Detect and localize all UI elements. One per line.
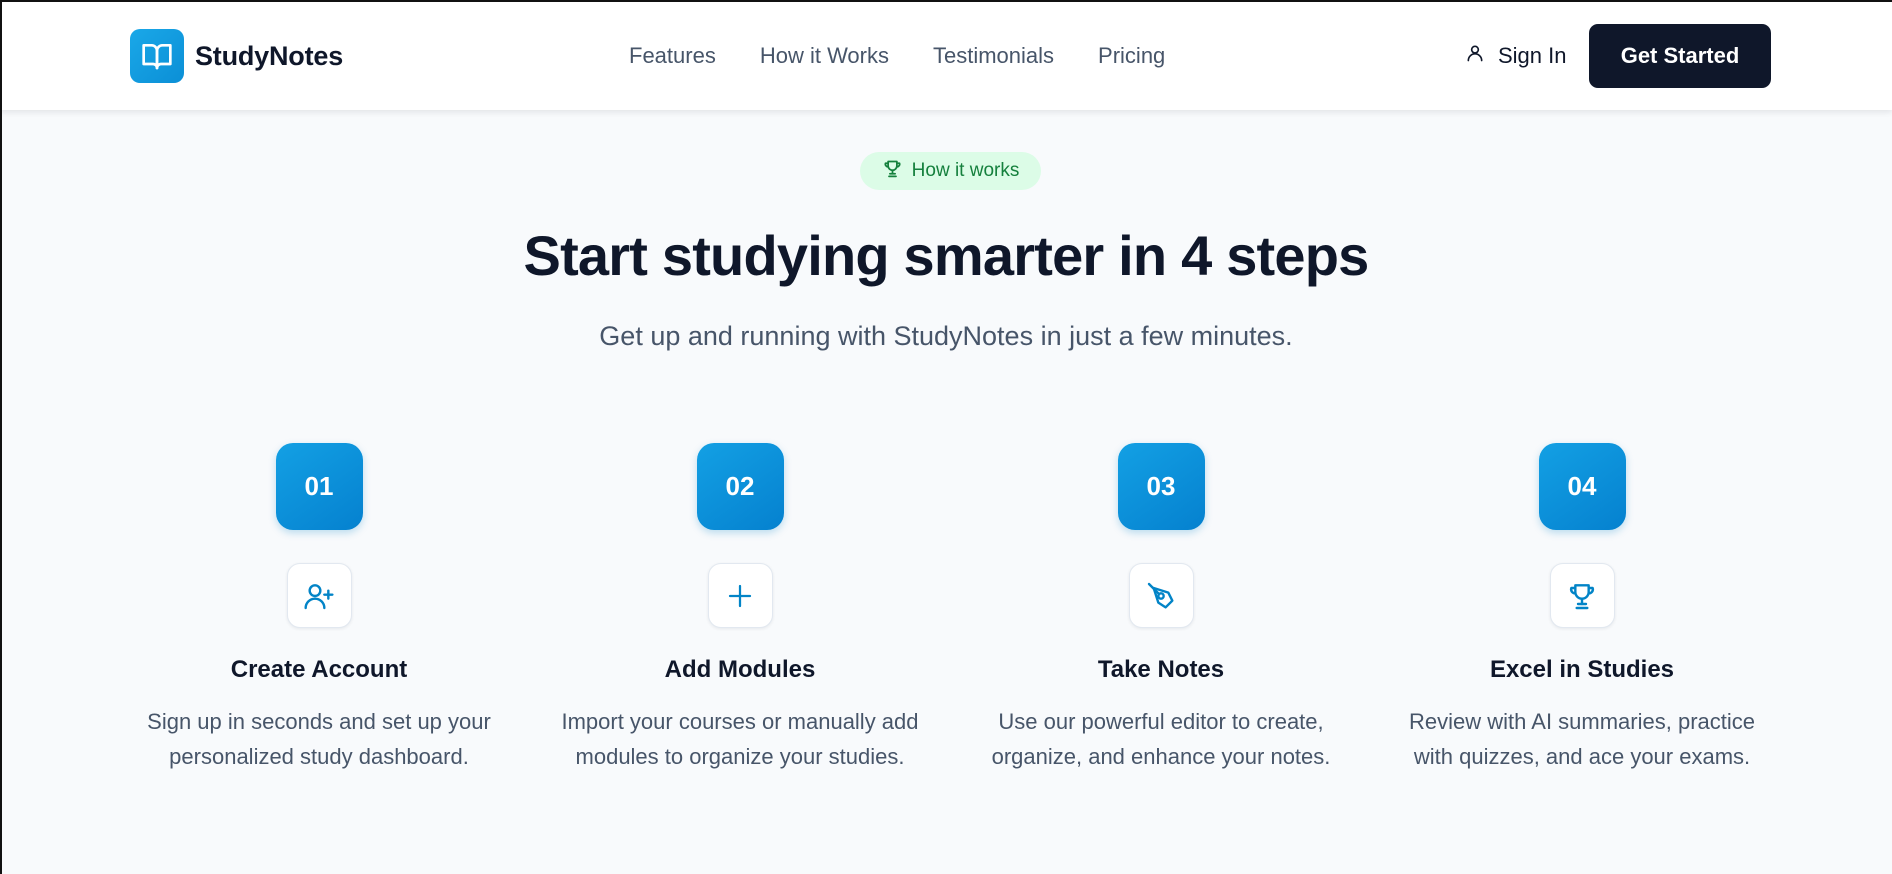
sign-in-label: Sign In [1498,43,1567,68]
step-description-line: organize, and enhance your notes. [991,744,1331,769]
step-description: Review with AI summaries, practice with … [1409,704,1755,774]
nav-link-pricing[interactable]: Pricing [1098,43,1165,69]
section-badge: How it works [860,152,1041,190]
step-number: 01 [275,443,363,530]
pen-tool-icon [1128,563,1194,628]
nav-link-testimonials[interactable]: Testimonials [933,43,1054,69]
user-plus-icon [286,563,352,628]
step-description: Use our powerful editor to create, organ… [992,704,1331,774]
plus-icon [707,563,773,628]
site-header: StudyNotes Features How it Works Testimo… [0,0,1892,110]
brand-logo[interactable]: StudyNotes [130,29,343,83]
step-description-line: Import your courses or manually add [561,709,919,734]
page-subtitle: Get up and running with StudyNotes in ju… [599,321,1293,351]
step-title: Create Account [230,656,408,683]
nav-link-how-it-works[interactable]: How it Works [760,43,889,69]
step-description-line: Use our powerful editor to create, [998,709,1324,734]
step-description-line: Sign up in seconds and set up your [147,709,491,734]
trophy-icon [1549,563,1615,628]
sign-in-link[interactable]: Sign In [1465,38,1567,74]
step-description-line: Review with AI summaries, practice [1409,709,1755,734]
open-book-icon [130,29,184,83]
step-description-line: modules to organize your studies. [575,744,905,769]
get-started-button[interactable]: Get Started [1589,24,1771,88]
step-description-line: personalized study dashboard. [169,744,469,769]
step-card-excel-in-studies: 04 Excel in Studies Review with AI summa… [1377,443,1787,774]
step-description: Import your courses or manually add modu… [561,704,918,774]
step-number: 04 [1538,443,1626,530]
nav-link-features[interactable]: Features [629,43,716,69]
page-title: Start studying smarter in 4 steps [523,224,1370,287]
brand-name: StudyNotes [195,40,344,71]
trophy-icon [882,158,903,185]
step-number: 02 [696,443,784,530]
step-card-take-notes: 03 Take Notes Use our powerful editor to… [956,443,1366,774]
step-title: Take Notes [1097,656,1225,683]
step-title: Excel in Studies [1489,656,1675,683]
step-description: Sign up in seconds and set up your perso… [147,704,491,774]
section-badge-label: How it works [911,160,1020,181]
user-icon [1465,42,1485,70]
main-nav: Features How it Works Testimonials Prici… [629,38,1165,74]
step-card-create-account: 01 Create Account Sign up in seconds and… [114,443,524,774]
step-number: 03 [1117,443,1205,530]
step-description-line: with quizzes, and ace your exams. [1413,744,1751,769]
step-card-add-modules: 02 Add Modules Import your courses or ma… [535,443,945,774]
step-title: Add Modules [664,656,816,683]
